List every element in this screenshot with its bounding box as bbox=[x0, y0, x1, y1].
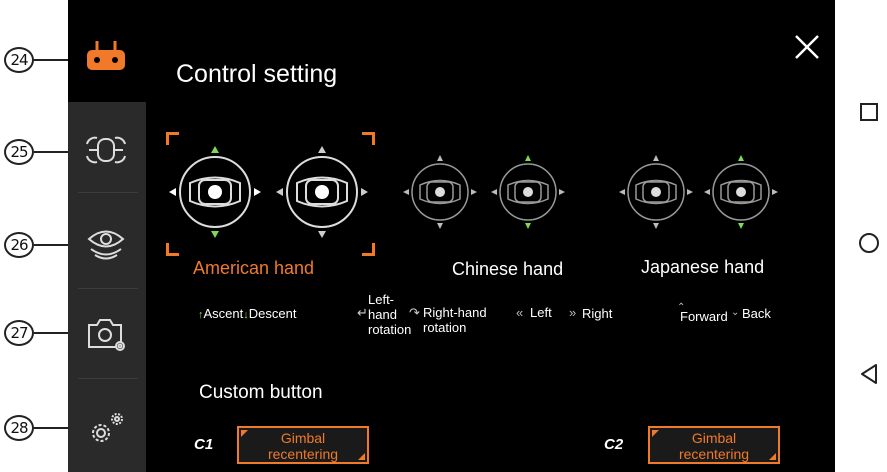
recents-square-icon[interactable] bbox=[857, 100, 881, 124]
right-chevron-icon: » bbox=[569, 305, 577, 320]
corner-marker bbox=[241, 430, 248, 437]
left-chevron-icon: « bbox=[516, 305, 524, 320]
custom-button-title: Custom button bbox=[199, 382, 323, 403]
home-circle-icon[interactable] bbox=[857, 231, 881, 255]
rotate-left-icon: ↵ bbox=[357, 305, 368, 320]
mode-chinese-hand[interactable]: Chinese hand bbox=[452, 259, 563, 280]
c1-label: C1 bbox=[194, 436, 214, 453]
legend-forward: Forward bbox=[680, 309, 728, 324]
rotate-right-icon: ↷ bbox=[409, 305, 420, 320]
mode-japanese-hand[interactable]: Japanese hand bbox=[641, 257, 764, 278]
legend-descent: Descent bbox=[248, 306, 297, 321]
legend-ascent-descent: ↑Ascent↓Descent bbox=[198, 306, 296, 323]
american-right-stick bbox=[276, 146, 368, 238]
joystick-diagrams bbox=[169, 146, 778, 238]
american-left-stick bbox=[169, 146, 261, 238]
corner-marker bbox=[652, 430, 659, 437]
legend-ascent: Ascent bbox=[203, 306, 244, 321]
c2-label: C2 bbox=[604, 436, 624, 453]
mode-american-hand[interactable]: American hand bbox=[193, 258, 314, 279]
corner-marker bbox=[769, 453, 776, 460]
c2-value: Gimbal recentering bbox=[678, 430, 750, 462]
legend-back: Back bbox=[742, 306, 771, 321]
chinese-left-stick bbox=[403, 155, 477, 229]
legend-right: Right bbox=[582, 306, 613, 321]
c1-gimbal-recentering-button[interactable]: Gimbal recentering bbox=[237, 426, 369, 464]
japanese-right-stick bbox=[704, 155, 778, 229]
legend-left-rotation: Left- hand rotation bbox=[368, 292, 412, 337]
legend-right-rotation: Right-hand rotation bbox=[423, 305, 487, 335]
c2-gimbal-recentering-button[interactable]: Gimbal recentering bbox=[648, 426, 780, 464]
chinese-right-stick bbox=[491, 155, 565, 229]
down-chevron-icon: ⌄ bbox=[731, 307, 740, 318]
c1-value: Gimbal recentering bbox=[267, 430, 339, 462]
corner-marker bbox=[358, 453, 365, 460]
back-triangle-icon[interactable] bbox=[857, 362, 881, 386]
legend-left: Left bbox=[530, 305, 552, 320]
japanese-left-stick bbox=[619, 155, 693, 229]
